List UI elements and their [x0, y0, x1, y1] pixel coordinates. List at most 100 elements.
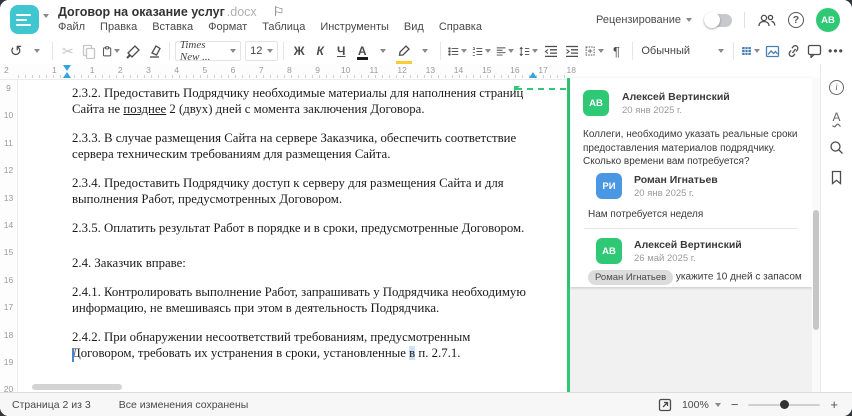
- insert-link-button[interactable]: [784, 40, 804, 62]
- favorite-flag-icon[interactable]: ⚐: [273, 4, 285, 20]
- menu-item[interactable]: Формат: [208, 21, 247, 33]
- highlight-caret[interactable]: [415, 40, 435, 62]
- align-left-button[interactable]: [494, 40, 516, 62]
- comment-avatar: РИ: [596, 173, 622, 199]
- page-indicator[interactable]: Страница 2 из 3: [12, 399, 91, 411]
- first-line-indent-marker[interactable]: [63, 65, 71, 71]
- ruler-number: 1: [89, 65, 95, 75]
- numbered-list-button[interactable]: [470, 40, 493, 62]
- help-icon[interactable]: ?: [788, 12, 804, 28]
- chevron-down-icon: [714, 402, 721, 407]
- menu-item[interactable]: Вставка: [152, 21, 193, 33]
- info-icon[interactable]: i: [828, 78, 846, 96]
- font-name-select[interactable]: Times New ...: [174, 39, 242, 63]
- paragraph: 2.3.3. В случае размещения Сайта на серв…: [72, 131, 517, 161]
- ruler-number: 11: [4, 137, 13, 148]
- scrollbar-thumb[interactable]: [813, 210, 819, 330]
- zoom-slider[interactable]: [748, 400, 821, 409]
- horizontal-ruler[interactable]: 2 1 1 2 3 4 5 6 7 8 9 10 11 12 13 14 15 16 17 18: [0, 64, 576, 80]
- toolbar-divider: [52, 42, 53, 60]
- avatar[interactable]: АВ: [816, 8, 840, 32]
- zoom-in-button[interactable]: +: [830, 397, 838, 412]
- mention-chip[interactable]: Роман Игнатьев: [588, 270, 674, 285]
- paragraph-style-select[interactable]: Обычный: [637, 41, 729, 61]
- vertical-scrollbar[interactable]: [812, 78, 820, 392]
- review-toggle[interactable]: [704, 12, 732, 28]
- comment-button[interactable]: [805, 40, 825, 62]
- ruler-number: 16: [510, 65, 520, 75]
- chevron-down-icon: [267, 49, 274, 53]
- clear-style-button[interactable]: [144, 40, 164, 62]
- search-icon[interactable]: [828, 138, 846, 156]
- commented-text[interactable]: позднее: [123, 102, 166, 116]
- menu-item[interactable]: Правка: [100, 21, 137, 33]
- paragraph-text: п. 2.7.1.: [415, 346, 461, 360]
- borders-button[interactable]: [583, 40, 605, 62]
- vertical-ruler[interactable]: 9 10 11 12 13 14 15 16 17 18 19 20: [0, 80, 18, 394]
- paragraph: 2.3.2. Предоставить Подрядчику необходим…: [72, 85, 534, 117]
- undo-button[interactable]: ↺: [6, 40, 26, 62]
- paste-button[interactable]: [100, 40, 122, 62]
- cut-button[interactable]: ✂: [58, 40, 78, 62]
- chevron-down-icon: [230, 49, 237, 53]
- bullet-list-button[interactable]: [446, 40, 469, 62]
- increase-indent-button[interactable]: [562, 40, 582, 62]
- spellcheck-icon[interactable]: А: [828, 108, 846, 126]
- nonprinting-chars-button[interactable]: ¶: [607, 40, 627, 62]
- zoom-select[interactable]: 100%: [682, 399, 721, 411]
- comment-date: 20 янв 2025 г.: [622, 105, 683, 116]
- format-painter-button[interactable]: [123, 40, 143, 62]
- copy-button[interactable]: [79, 40, 99, 62]
- menu-item[interactable]: Файл: [58, 21, 85, 33]
- right-indent-marker[interactable]: [529, 72, 537, 78]
- font-size-value: 12: [250, 45, 263, 57]
- menu-item[interactable]: Вид: [404, 21, 424, 33]
- menu-item[interactable]: Таблица: [262, 21, 305, 33]
- ruler-number: 2: [117, 65, 123, 75]
- ruler-number: 15: [3, 247, 14, 258]
- font-color-caret[interactable]: [373, 40, 393, 62]
- comment-text: Коллеги, необходимо указать реальные сро…: [583, 129, 798, 167]
- zoom-slider-knob[interactable]: [780, 400, 790, 409]
- paragraph: 2.4. Заказчик вправе:: [72, 256, 186, 270]
- toolbar-divider: [440, 42, 442, 60]
- ruler-number: 13: [425, 65, 436, 75]
- app-logo-icon[interactable]: [10, 5, 39, 34]
- menu-item[interactable]: Инструменты: [320, 21, 389, 33]
- review-mode-select[interactable]: Рецензирование: [596, 14, 692, 26]
- left-indent-marker[interactable]: [63, 72, 71, 78]
- users-icon[interactable]: [757, 13, 776, 28]
- ruler-number: 10: [341, 65, 351, 75]
- decrease-indent-button[interactable]: [541, 40, 561, 62]
- menu-item[interactable]: Справка: [439, 21, 482, 33]
- highlight-button[interactable]: [394, 40, 414, 65]
- font-color-button[interactable]: А: [352, 40, 372, 62]
- more-button[interactable]: •••: [826, 40, 846, 62]
- comment-thread-card[interactable]: АВ Алексей Вертинский 20 янв 2025 г. Кол…: [570, 78, 812, 287]
- bold-button[interactable]: Ж: [289, 40, 309, 62]
- paragraph-text: 2 (двух) дней с момента заключения Догов…: [166, 102, 425, 116]
- document-page[interactable]: 2.3.2. Предоставить Подрядчику необходим…: [18, 80, 567, 392]
- fit-to-width-icon[interactable]: [658, 398, 672, 412]
- zoom-out-button[interactable]: −: [731, 397, 739, 412]
- ruler-number: 16: [3, 274, 14, 285]
- italic-button[interactable]: К: [310, 40, 330, 62]
- bookmark-icon[interactable]: [828, 168, 846, 186]
- insert-table-button[interactable]: [739, 40, 762, 62]
- undo-caret[interactable]: [27, 40, 47, 62]
- status-bar: Страница 2 из 3 Все изменения сохранены …: [0, 392, 852, 416]
- underline-button[interactable]: Ч: [331, 40, 351, 62]
- line-spacing-button[interactable]: [517, 40, 540, 62]
- horizontal-scrollbar[interactable]: [32, 384, 122, 390]
- comment-author: Роман Игнатьев: [634, 174, 718, 186]
- insert-image-button[interactable]: [763, 40, 783, 62]
- ruler-number: 12: [397, 65, 407, 75]
- header: Договор на оказание услуг .docx ⚐ Файл Пр…: [0, 0, 852, 38]
- ruler-number: 13: [3, 192, 14, 203]
- ruler-number: 4: [174, 65, 180, 75]
- paragraph: 2.4.1. Контролировать выполнение Работ, …: [72, 285, 526, 315]
- font-size-select[interactable]: 12: [245, 41, 279, 61]
- toolbar-divider: [283, 42, 285, 60]
- ruler-number: 15: [481, 65, 492, 75]
- logo-caret-icon[interactable]: [43, 14, 49, 18]
